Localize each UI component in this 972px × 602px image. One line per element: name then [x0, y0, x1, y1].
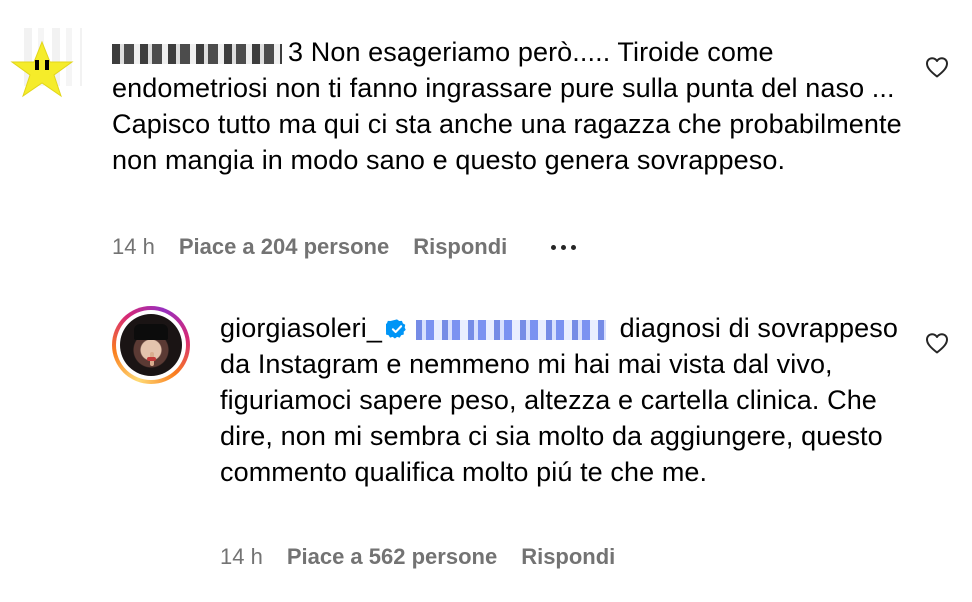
redacted-mention[interactable]: [416, 319, 606, 340]
more-icon[interactable]: [551, 244, 577, 250]
reply-text: giorgiasoleri_ diagnosi di sovrappeso da…: [220, 310, 920, 490]
username-suffix[interactable]: 3: [288, 37, 303, 67]
likes-count[interactable]: Piace a 562 persone: [287, 544, 497, 570]
star-avatar[interactable]: [10, 38, 74, 102]
timestamp: 14 h: [112, 234, 155, 259]
redacted-username[interactable]: [112, 43, 282, 64]
reply-button[interactable]: Rispondi: [413, 234, 507, 260]
reply-meta: 14 h Piace a 562 persone Rispondi: [220, 544, 615, 570]
heart-icon[interactable]: [925, 56, 949, 78]
comment-meta: 14 h Piace a 204 persone Rispondi: [112, 234, 577, 260]
heart-icon[interactable]: [925, 332, 949, 354]
likes-count[interactable]: Piace a 204 persone: [179, 234, 389, 260]
comment-text: 3 Non esageriamo però..... Tiroide come …: [112, 34, 912, 178]
timestamp: 14 h: [220, 544, 263, 569]
story-ring-avatar[interactable]: [112, 306, 190, 384]
verified-badge-icon: [386, 319, 406, 339]
username-link[interactable]: giorgiasoleri_: [220, 313, 382, 343]
reply-button[interactable]: Rispondi: [521, 544, 615, 570]
profile-photo: [120, 314, 182, 376]
